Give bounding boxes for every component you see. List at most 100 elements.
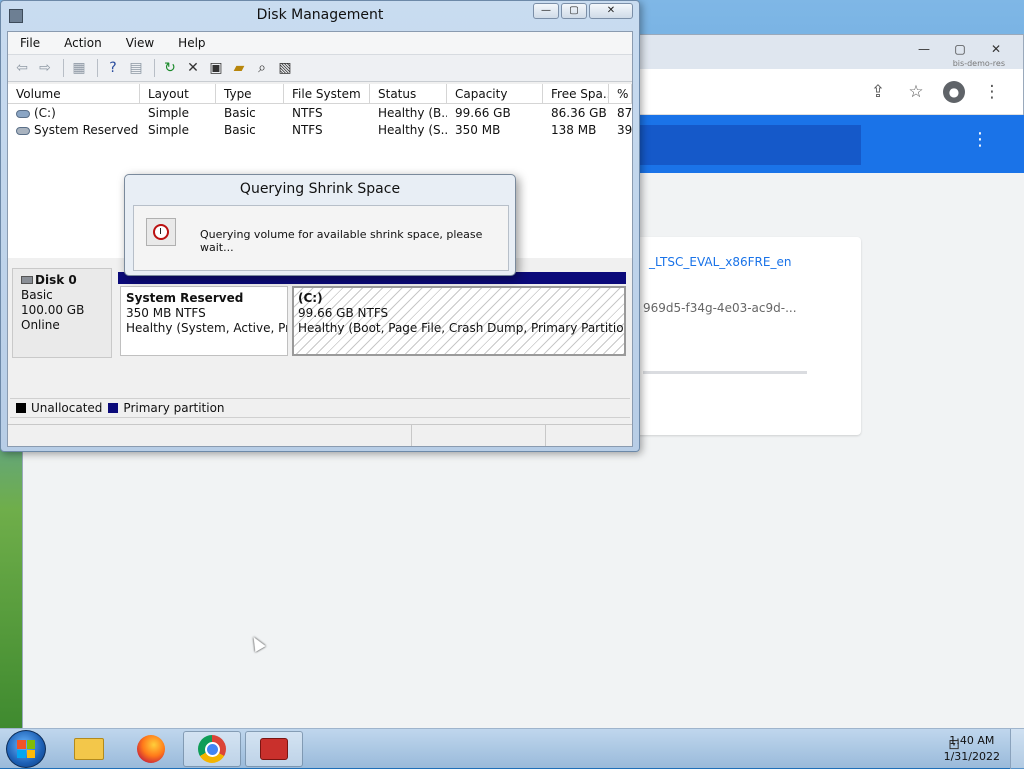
- dm-close-button[interactable]: ✕: [589, 3, 633, 19]
- volume-list-header: Volume Layout Type File System Status Ca…: [8, 84, 632, 104]
- col-type[interactable]: Type: [216, 84, 284, 103]
- chrome-account-tag: bis-demo-res: [952, 59, 1005, 68]
- disk-name: Disk 0: [35, 273, 77, 287]
- volume-status: Healthy (B...: [378, 106, 447, 120]
- download-link[interactable]: _LTSC_EVAL_x86FRE_en: [649, 255, 791, 269]
- drive-icon: [16, 109, 30, 118]
- back-icon[interactable]: ⇦: [12, 58, 32, 78]
- volume-type: Basic: [224, 106, 256, 120]
- volume-free: 86.36 GB: [551, 106, 607, 120]
- taskbar-chrome[interactable]: [183, 731, 241, 767]
- col-free-space[interactable]: Free Spa...: [543, 84, 609, 103]
- star-icon[interactable]: ☆: [905, 81, 927, 103]
- col-status[interactable]: Status: [370, 84, 447, 103]
- forward-icon[interactable]: ⇨: [35, 58, 55, 78]
- taskbar-disk-management[interactable]: [245, 731, 303, 767]
- delete-icon[interactable]: ✕: [183, 58, 203, 78]
- partition-status: Healthy (Boot, Page File, Crash Dump, Pr…: [298, 321, 626, 335]
- dialog-message: Querying volume for available shrink spa…: [200, 228, 483, 254]
- legend-unallocated: Unallocated: [31, 401, 103, 415]
- chrome-maximize-button[interactable]: ▢: [947, 41, 973, 57]
- toolbox-icon: [260, 738, 288, 760]
- dm-minimize-button[interactable]: —: [533, 3, 559, 19]
- table-row[interactable]: (C:) Simple Basic NTFS Healthy (B... 99.…: [8, 105, 632, 122]
- download-progress-bar: [643, 371, 807, 374]
- rescan-icon[interactable]: ▧: [275, 58, 295, 78]
- more-icon[interactable]: ⋮: [981, 81, 1003, 103]
- status-bar: [8, 424, 632, 446]
- account-icon[interactable]: ●: [943, 81, 965, 103]
- start-button[interactable]: [6, 730, 46, 768]
- disk-label[interactable]: Disk 0 Basic 100.00 GB Online: [12, 268, 112, 358]
- clock-time: 1:40 AM: [949, 734, 995, 747]
- dm-maximize-button[interactable]: ▢: [561, 3, 587, 19]
- banner-more-icon[interactable]: ⋮: [971, 129, 989, 150]
- volume-capacity: 350 MB: [455, 123, 501, 137]
- firefox-icon: [137, 735, 165, 763]
- export-icon[interactable]: ▣: [206, 58, 226, 78]
- partition-strip: System Reserved 350 MB NTFS Healthy (Sys…: [118, 272, 626, 358]
- disk-size: 100.00 GB: [21, 303, 85, 317]
- properties-icon[interactable]: ▤: [126, 58, 146, 78]
- partition-status: Healthy (System, Active, Prim: [126, 321, 288, 335]
- legend-primary: Primary partition: [123, 401, 225, 415]
- dialog-body: Querying volume for available shrink spa…: [133, 205, 509, 271]
- clock-date: 1/31/2022: [943, 750, 1000, 763]
- taskbar-clock[interactable]: 1:40 AM 1/31/2022: [944, 733, 1000, 765]
- partition-legend: Unallocated Primary partition: [10, 398, 630, 418]
- col-file-system[interactable]: File System: [284, 84, 370, 103]
- volume-status: Healthy (S...: [378, 123, 447, 137]
- menu-view[interactable]: View: [114, 32, 166, 54]
- dm-toolbar: ⇦ ⇨ ▦ ? ▤ ↻ ✕ ▣ ▰ ⌕ ▧: [8, 54, 632, 82]
- volume-layout: Simple: [148, 123, 189, 137]
- chrome-minimize-button[interactable]: —: [911, 41, 937, 57]
- status-pane: [8, 425, 412, 446]
- show-desktop-button[interactable]: [1010, 729, 1024, 769]
- partition-title: System Reserved: [126, 291, 244, 305]
- chrome-icon: [198, 735, 226, 763]
- toolbar-separator: [97, 59, 98, 77]
- menu-help[interactable]: Help: [166, 32, 217, 54]
- help-icon[interactable]: ?: [103, 58, 123, 78]
- querying-shrink-dialog: Querying Shrink Space Querying volume fo…: [124, 174, 516, 276]
- menu-bar: File Action View Help: [8, 32, 632, 54]
- col-layout[interactable]: Layout: [140, 84, 216, 103]
- legend-swatch-primary: [108, 403, 119, 413]
- disk-kind: Basic: [21, 288, 53, 302]
- share-icon[interactable]: ⇪: [867, 81, 889, 103]
- console-icon[interactable]: ▦: [69, 58, 89, 78]
- open-icon[interactable]: ▰: [229, 58, 249, 78]
- volume-type: Basic: [224, 123, 256, 137]
- disk-state: Online: [21, 318, 60, 332]
- windows-logo-icon: [17, 740, 35, 758]
- toolbar-separator: [154, 59, 155, 77]
- partition-title: (C:): [298, 291, 323, 305]
- volume-pct: 39: [617, 123, 632, 137]
- chrome-close-button[interactable]: ✕: [983, 41, 1009, 57]
- partition-system-reserved[interactable]: System Reserved 350 MB NTFS Healthy (Sys…: [120, 286, 288, 356]
- toolbar-separator: [63, 59, 64, 77]
- col-percent-free[interactable]: % F: [609, 84, 632, 103]
- volume-free: 138 MB: [551, 123, 597, 137]
- taskbar-explorer[interactable]: [60, 731, 118, 767]
- drive-icon: [16, 126, 30, 135]
- menu-action[interactable]: Action: [52, 32, 114, 54]
- taskbar-firefox[interactable]: [122, 731, 180, 767]
- volume-capacity: 99.66 GB: [455, 106, 511, 120]
- volume-pct: 87: [617, 106, 632, 120]
- disk-graphical-view: Disk 0 Basic 100.00 GB Online System Res…: [8, 262, 632, 398]
- table-row[interactable]: System Reserved Simple Basic NTFS Health…: [8, 122, 632, 139]
- search-icon[interactable]: ⌕: [252, 58, 272, 78]
- menu-file[interactable]: File: [8, 32, 52, 54]
- partition-size: 99.66 GB NTFS: [298, 306, 389, 320]
- volume-fs: NTFS: [292, 106, 323, 120]
- col-capacity[interactable]: Capacity: [447, 84, 543, 103]
- clock-icon: [146, 218, 176, 246]
- refresh-icon[interactable]: ↻: [160, 58, 180, 78]
- col-volume[interactable]: Volume: [8, 84, 140, 103]
- download-id: 969d5-f34g-4e03-ac9d-...: [643, 301, 797, 315]
- taskbar: ⊡ 1:40 AM 1/31/2022: [0, 728, 1024, 769]
- dm-titlebar[interactable]: Disk Management — ▢ ✕: [1, 1, 639, 31]
- volume-name: System Reserved: [34, 123, 139, 137]
- partition-c[interactable]: (C:) 99.66 GB NTFS Healthy (Boot, Page F…: [292, 286, 626, 356]
